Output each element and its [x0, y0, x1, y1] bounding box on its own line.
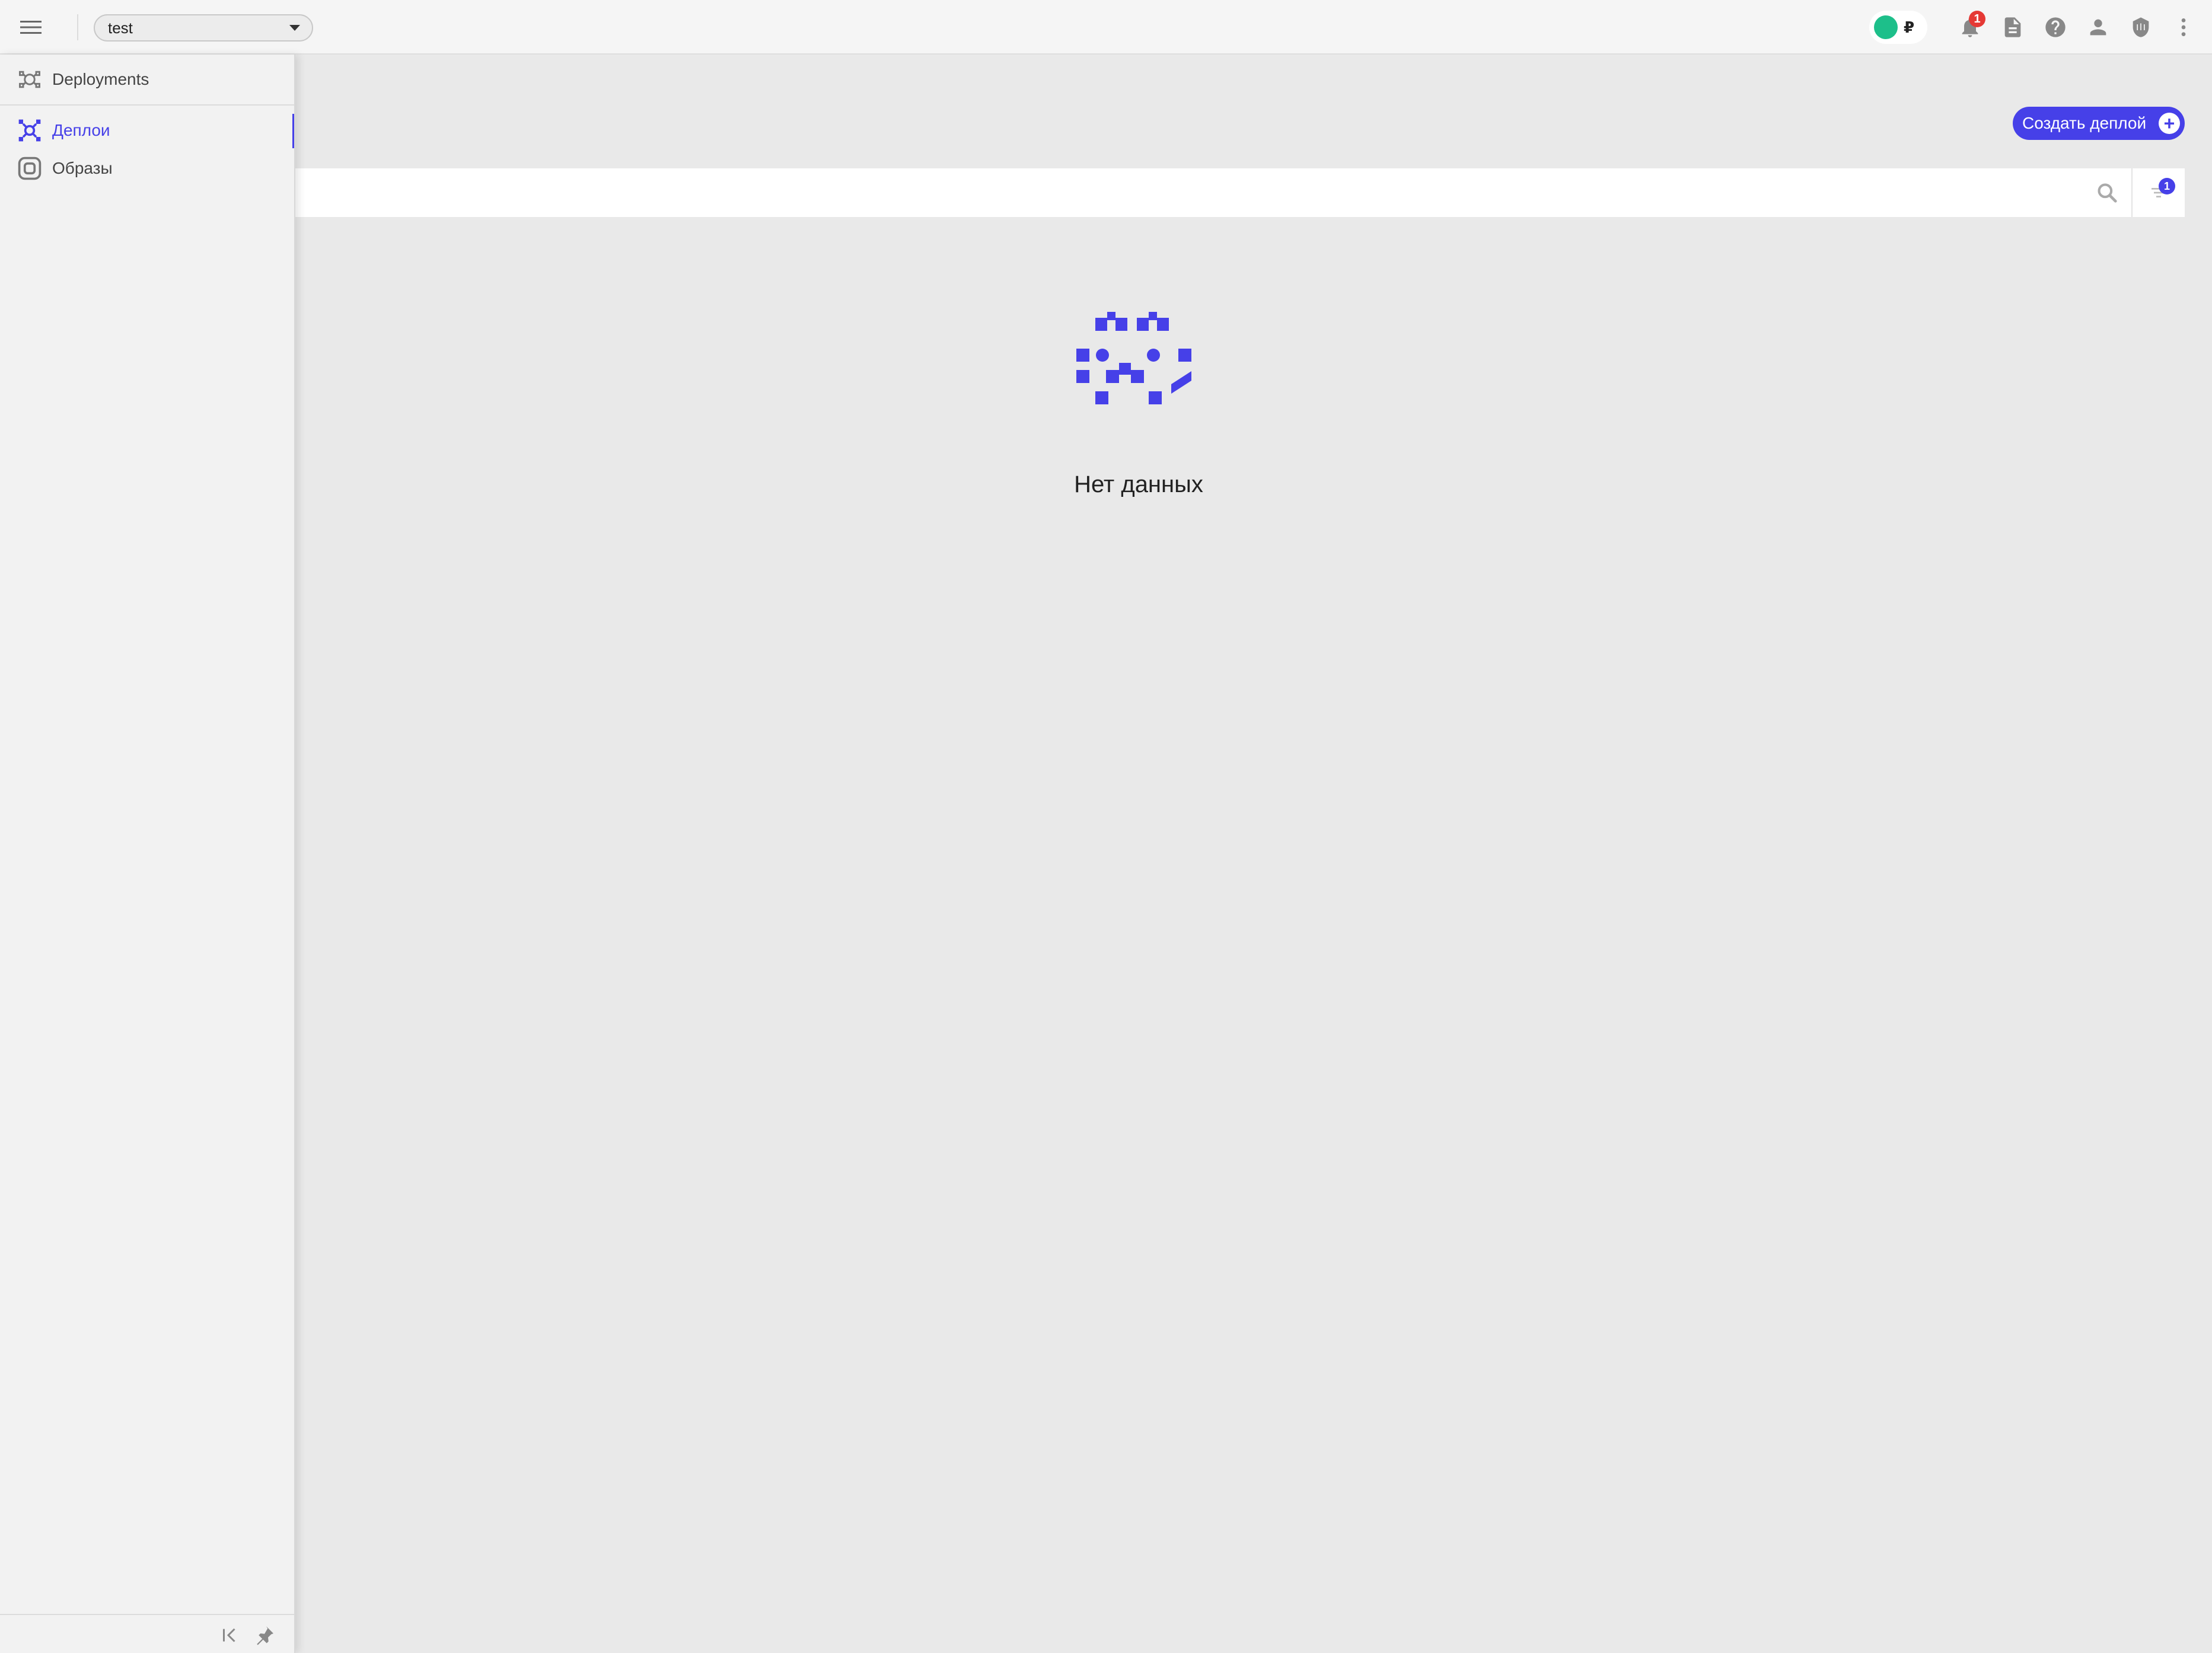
sidebar-footer: [0, 1614, 294, 1653]
sidebar-item-deploys[interactable]: Деплои: [0, 111, 294, 149]
plus-icon: +: [2159, 113, 2180, 134]
help-icon: [2045, 17, 2066, 37]
search-icon: [2098, 183, 2117, 203]
balance-pill[interactable]: ₽: [1869, 11, 1927, 44]
deploys-icon: [17, 117, 43, 143]
user-icon: [2090, 19, 2106, 36]
project-select-value: test: [108, 18, 133, 37]
security-button[interactable]: [2124, 11, 2157, 44]
project-select[interactable]: test: [94, 14, 313, 42]
collapse-sidebar-button[interactable]: [217, 1622, 243, 1648]
search-input[interactable]: [295, 168, 2083, 217]
menu-button[interactable]: [17, 15, 45, 39]
empty-state: Нет данных: [1008, 308, 1269, 498]
sidebar-item-images[interactable]: Образы: [0, 149, 294, 187]
more-button[interactable]: [2167, 11, 2200, 44]
empty-state-text: Нет данных: [1074, 471, 1203, 497]
collapse-icon: [223, 1628, 235, 1642]
sidebar-header[interactable]: Deployments: [0, 55, 294, 106]
caret-down-icon: [289, 25, 300, 31]
profile-button[interactable]: [2082, 11, 2115, 44]
search-button[interactable]: [2083, 168, 2131, 217]
sidebar-header-label: Deployments: [52, 70, 149, 88]
create-deploy-button[interactable]: Создать деплой +: [2013, 107, 2185, 140]
create-deploy-label: Создать деплой: [2022, 114, 2147, 132]
empty-state-illustration: [1076, 312, 1191, 404]
notifications-button[interactable]: 1: [1953, 11, 1987, 44]
sidebar-item-label: Образы: [52, 159, 113, 177]
notification-badge: 1: [1969, 11, 1985, 27]
topbar-divider: [77, 14, 78, 40]
document-icon: [2004, 17, 2021, 37]
top-bar: test ₽ 1: [0, 0, 2212, 55]
topbar-actions: ₽ 1: [1869, 11, 2200, 44]
search-bar: 1: [295, 168, 2185, 217]
pin-sidebar-button[interactable]: [251, 1622, 278, 1648]
shield-icon: [2133, 17, 2149, 37]
balance-status-dot: [1874, 15, 1898, 39]
menu-icon: [20, 21, 42, 34]
images-icon: [17, 155, 43, 181]
more-vertical-icon: [2181, 18, 2186, 36]
deployments-icon: [17, 66, 43, 92]
filter-count-badge: 1: [2159, 178, 2175, 194]
sidebar-item-label: Деплои: [52, 121, 110, 139]
help-button[interactable]: [2039, 11, 2072, 44]
documents-button[interactable]: [1996, 11, 2029, 44]
sidebar-nav: Деплои Образы: [0, 106, 294, 187]
currency-symbol: ₽: [1904, 18, 1915, 36]
pin-icon: [257, 1626, 273, 1645]
sidebar: Deployments Деплои Образы: [0, 55, 295, 1653]
filter-button[interactable]: 1: [2133, 168, 2185, 217]
